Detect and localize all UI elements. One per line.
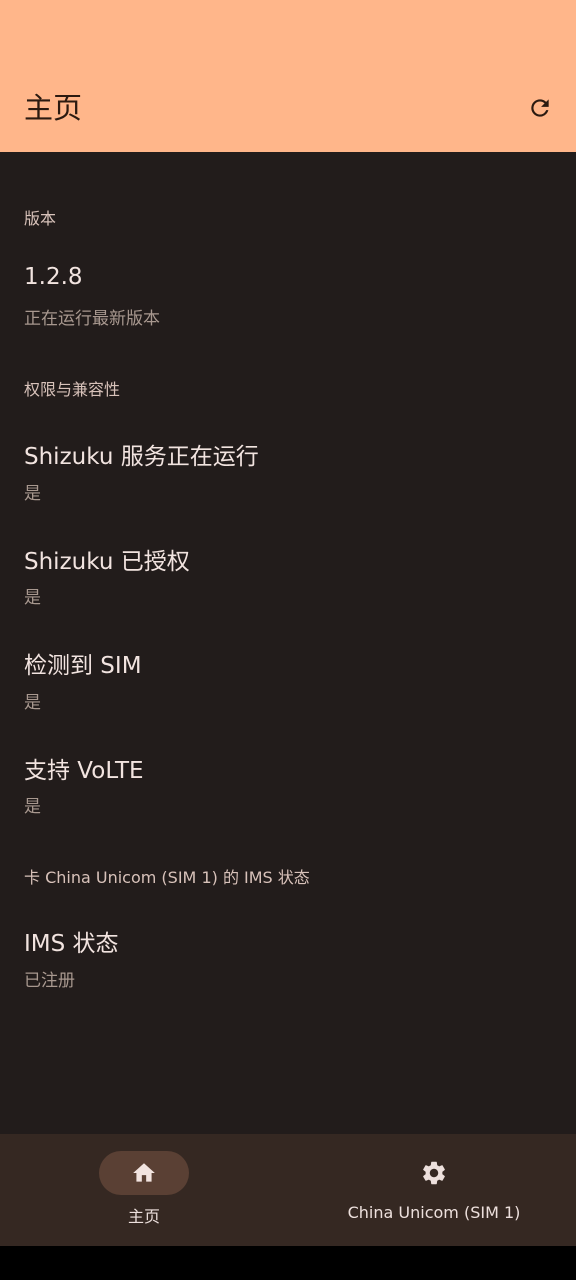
nav-active-indicator — [99, 1151, 189, 1195]
volte-supported-title: 支持 VoLTE — [24, 758, 144, 784]
system-navigation-bar — [0, 1246, 576, 1280]
sim-detected-title: 检测到 SIM — [24, 653, 142, 679]
volte-supported-value: 是 — [24, 797, 41, 817]
version-status: 正在运行最新版本 — [24, 309, 160, 329]
sim-detected-value: 是 — [24, 693, 41, 713]
shizuku-granted-value: 是 — [24, 588, 41, 608]
top-app-bar: 主页 — [0, 0, 576, 152]
ims-status-value: 已注册 — [24, 971, 75, 991]
page-title: 主页 — [24, 91, 83, 125]
nav-inactive-indicator — [389, 1151, 479, 1195]
shizuku-running-title: Shizuku 服务正在运行 — [24, 444, 259, 470]
nav-item-home[interactable]: 主页 — [0, 1134, 288, 1246]
shizuku-running-value: 是 — [24, 484, 41, 504]
section-header-permissions: 权限与兼容性 — [24, 380, 121, 399]
gear-icon — [423, 1161, 445, 1185]
nav-label-sim-settings: China Unicom (SIM 1) — [347, 1203, 521, 1222]
shizuku-granted-title: Shizuku 已授权 — [24, 549, 190, 575]
nav-label-home: 主页 — [127, 1207, 160, 1226]
section-header-version: 版本 — [24, 209, 57, 228]
section-header-ims: 卡 China Unicom (SIM 1) 的 IMS 状态 — [24, 868, 310, 887]
refresh-icon — [531, 99, 549, 117]
refresh-button[interactable] — [520, 88, 560, 128]
ims-status-title: IMS 状态 — [24, 931, 119, 957]
bottom-navigation: 主页 China Unicom (SIM 1) — [0, 1134, 576, 1246]
version-number: 1.2.8 — [24, 264, 83, 290]
home-icon — [133, 1163, 155, 1182]
nav-item-sim-settings[interactable]: China Unicom (SIM 1) — [290, 1134, 576, 1246]
